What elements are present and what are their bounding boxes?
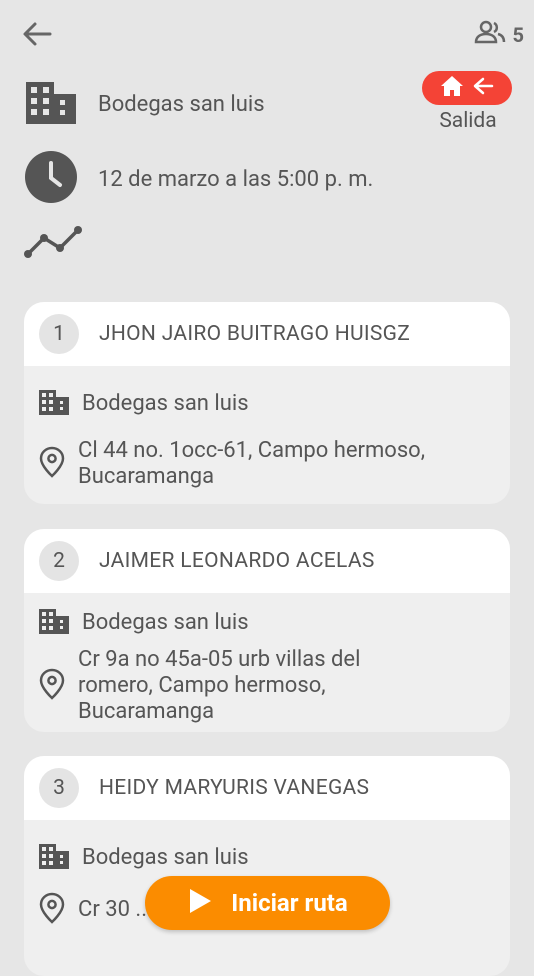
- start-route-label: Iniciar ruta: [231, 889, 348, 917]
- back-arrow-icon[interactable]: [22, 20, 52, 48]
- passenger-name: HEIDY MARYURIS VANEGAS: [99, 776, 370, 800]
- passenger-name: JAIMER LEONARDO ACELAS: [99, 549, 375, 573]
- location-pin-icon: [38, 892, 66, 928]
- passenger-address: Cl 44 no. 1occ-61, Campo hermoso, Bucara…: [78, 438, 426, 489]
- location-name: Bodegas san luis: [98, 91, 265, 117]
- play-icon: [187, 887, 213, 919]
- passenger-name: JHON JAIRO BUITRAGO HUISGZ: [99, 322, 411, 346]
- passenger-card[interactable]: 3 HEIDY MARYURIS VANEGAS Bodegas san lui…: [24, 756, 510, 976]
- passenger-place-row: Bodegas san luis: [24, 388, 510, 420]
- passenger-address-row: Cr 9a no 45a-05 urb villas del romero, C…: [24, 647, 510, 725]
- passenger-count: 5: [473, 20, 524, 49]
- passenger-address: Cr 9a no 45a-05 urb villas del romero, C…: [78, 647, 361, 724]
- passenger-card[interactable]: 1 JHON JAIRO BUITRAGO HUISGZ Bodegas san…: [24, 302, 510, 504]
- clock-icon: [24, 150, 78, 208]
- passenger-place: Bodegas san luis: [82, 391, 249, 416]
- home-icon: [440, 75, 464, 101]
- passenger-place-row: Bodegas san luis: [24, 607, 510, 639]
- salida-indicator[interactable]: Salida: [422, 71, 514, 133]
- salida-badge[interactable]: [422, 71, 512, 105]
- passenger-number: 2: [39, 541, 79, 581]
- location-row: Bodegas san luis: [24, 78, 265, 130]
- salida-label: Salida: [439, 109, 497, 133]
- building-icon: [38, 607, 70, 639]
- building-icon: [38, 388, 70, 420]
- top-bar: 5: [0, 0, 534, 66]
- passenger-header: 3 HEIDY MARYURIS VANEGAS: [24, 756, 510, 820]
- location-pin-icon: [38, 668, 66, 704]
- datetime-text: 12 de marzo a las 5:00 p. m.: [98, 166, 374, 192]
- building-icon: [24, 78, 78, 130]
- start-route-button[interactable]: Iniciar ruta: [145, 876, 390, 930]
- route-row: [24, 222, 84, 266]
- passenger-place-row: Bodegas san luis: [24, 842, 510, 874]
- building-icon: [38, 842, 70, 874]
- passenger-place: Bodegas san luis: [82, 610, 249, 635]
- people-icon: [473, 20, 507, 49]
- passenger-number: 1: [39, 314, 79, 354]
- datetime-row: 12 de marzo a las 5:00 p. m.: [24, 150, 373, 208]
- passenger-header: 1 JHON JAIRO BUITRAGO HUISGZ: [24, 302, 510, 366]
- arrow-left-icon: [472, 76, 494, 100]
- passenger-number: 3: [39, 768, 79, 808]
- route-trend-icon[interactable]: [24, 222, 84, 266]
- passenger-count-value: 5: [512, 22, 524, 47]
- passenger-card[interactable]: 2 JAIMER LEONARDO ACELAS Bodegas san lui…: [24, 529, 510, 732]
- passenger-address-row: Cl 44 no. 1occ-61, Campo hermoso, Bucara…: [24, 438, 510, 490]
- location-pin-icon: [38, 446, 66, 482]
- passenger-place: Bodegas san luis: [82, 845, 249, 870]
- passenger-header: 2 JAIMER LEONARDO ACELAS: [24, 529, 510, 593]
